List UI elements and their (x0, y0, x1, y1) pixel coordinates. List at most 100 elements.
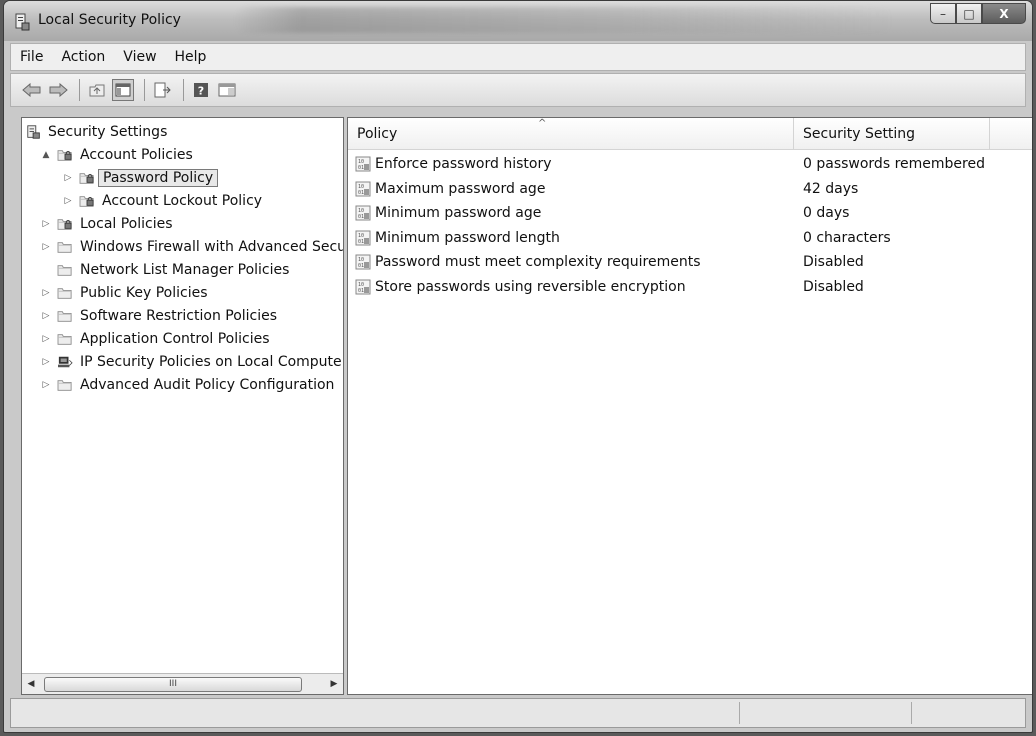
sort-ascending-icon: ^ (538, 118, 547, 129)
scroll-thumb[interactable]: III (44, 677, 302, 692)
policy-cell: 10 01 Enforce password history (355, 152, 552, 176)
help-button[interactable]: ? (190, 79, 212, 101)
toolbar-separator (79, 79, 80, 101)
status-bar-divider (911, 702, 912, 724)
expand-arrow-icon[interactable]: ▷ (62, 196, 74, 206)
policy-row[interactable]: 10 01 Maximum password age 42 days (348, 177, 1032, 201)
show-hide-tree-icon (115, 83, 131, 97)
tree-item-public-key-policies[interactable]: ▷ Public Key Policies (40, 282, 208, 304)
expand-arrow-icon[interactable]: ▷ (40, 334, 52, 344)
svg-text:?: ? (198, 85, 204, 98)
maximize-button[interactable]: □ (956, 3, 982, 24)
tree-item-account-policies[interactable]: ▲ Account Policies (40, 144, 193, 166)
policy-row[interactable]: 10 01 Minimum password age 0 days (348, 201, 1032, 225)
minimize-button[interactable]: – (930, 3, 956, 24)
export-list-button[interactable] (151, 79, 173, 101)
forward-button[interactable] (47, 79, 69, 101)
security-setting-value: 0 passwords remembered (803, 156, 985, 172)
folder-icon (57, 265, 72, 276)
scroll-right-arrow-icon[interactable]: ▶ (325, 679, 343, 689)
tree-item-network-list-manager-policies[interactable]: Network List Manager Policies (40, 259, 289, 281)
column-header-security-setting[interactable]: Security Setting (794, 118, 990, 149)
expand-arrow-icon[interactable]: ▷ (40, 219, 52, 229)
tree-item-label: Windows Firewall with Advanced Secu (80, 239, 344, 255)
folder-icon (57, 288, 72, 299)
column-header-label: Policy (357, 125, 398, 142)
tree-item-account-lockout-policy[interactable]: ▷ Account Lockout Policy (62, 190, 263, 212)
policy-setting-icon: 1001 (355, 254, 371, 270)
scroll-left-arrow-icon[interactable]: ◀ (22, 679, 40, 689)
expand-arrow-icon[interactable]: ▷ (40, 288, 52, 298)
tree-item-security-settings[interactable]: Security Settings (26, 121, 167, 143)
title-bar[interactable]: Local Security Policy – □ X (4, 1, 1032, 41)
tree-item-label: Advanced Audit Policy Configuration (80, 377, 335, 393)
svg-text:01: 01 (358, 190, 364, 196)
policy-cell: 10 01 Store passwords using reversible enc… (355, 275, 686, 299)
menu-view[interactable]: View (114, 49, 165, 65)
policy-name: Password must meet complexity requiremen… (375, 254, 701, 270)
back-icon (22, 83, 41, 97)
svg-text:01: 01 (358, 165, 364, 171)
tree-item-label: Account Policies (80, 147, 193, 163)
console-tree[interactable]: Security Settings ▲ Account Policies ▷ Pass… (21, 117, 344, 695)
tree-item-local-policies[interactable]: ▷ Local Policies (40, 213, 173, 235)
window-title: Local Security Policy (38, 12, 181, 28)
tree-horizontal-scrollbar[interactable]: ◀ III ▶ (22, 673, 343, 694)
expand-arrow-icon[interactable]: ▷ (40, 242, 52, 252)
menu-action[interactable]: Action (52, 49, 114, 65)
policy-row[interactable]: 10 01 Password must meet complexity requir… (348, 250, 1032, 274)
svg-text:01: 01 (358, 263, 364, 269)
minimize-icon: – (940, 6, 946, 21)
main-window: Local Security Policy – □ X File Action … (3, 0, 1033, 733)
folder-icon (57, 380, 72, 391)
tree-item-advanced-audit-policy-configuration[interactable]: ▷ Advanced Audit Policy Configuration (40, 374, 335, 396)
expand-arrow-icon[interactable]: ▷ (40, 357, 52, 367)
security-setting-value: Disabled (803, 278, 864, 295)
policy-setting-icon: 1001 (355, 279, 371, 294)
policy-setting-icon: 1001 (355, 156, 371, 172)
policy-name: Store passwords using reversible encrypt… (375, 278, 686, 295)
toolbar: ? (10, 73, 1026, 107)
policy-row[interactable]: 10 01 Enforce password history 0 passwords … (348, 152, 1032, 176)
expand-arrow-icon[interactable]: ▷ (62, 173, 74, 183)
forward-icon (49, 83, 68, 97)
collapse-arrow-icon[interactable]: ▲ (40, 150, 52, 160)
properties-button[interactable] (216, 79, 238, 101)
policy-setting-icon: 1001 (355, 181, 371, 196)
show-hide-tree-button[interactable] (112, 79, 134, 101)
tree-item-ip-security-policies-on-local-compute[interactable]: ▷ IP Security Policies on Local Compute (40, 351, 342, 373)
tree-item-label: Security Settings (48, 124, 168, 140)
policy-name: Enforce password history (375, 156, 552, 172)
policy-list: Policy ^ Security Setting 10 01 Enforce pa… (347, 117, 1032, 695)
menu-file[interactable]: File (11, 49, 52, 65)
column-header-policy[interactable]: Policy ^ (348, 118, 794, 149)
status-bar (10, 698, 1026, 728)
tree-item-label: Password Policy (98, 169, 219, 187)
svg-text:01: 01 (358, 239, 364, 245)
policy-setting-icon: 1001 (355, 230, 371, 245)
expand-arrow-icon[interactable]: ▷ (40, 380, 52, 390)
status-bar-divider (739, 702, 740, 724)
menu-help[interactable]: Help (166, 49, 216, 65)
back-button[interactable] (21, 79, 43, 101)
expand-arrow-icon[interactable]: ▷ (40, 311, 52, 321)
window-controls: – □ X (930, 3, 1026, 25)
tree-item-software-restriction-policies[interactable]: ▷ Software Restriction Policies (40, 305, 278, 327)
up-one-level-button[interactable] (86, 79, 108, 101)
policy-cell: 10 01 Minimum password age (355, 201, 541, 225)
tree-item-application-control-policies[interactable]: ▷ Application Control Policies (40, 328, 270, 350)
toolbar-separator (183, 79, 184, 101)
lock-folder-icon (57, 150, 72, 161)
close-button[interactable]: X (982, 3, 1026, 24)
export-list-icon (154, 82, 171, 98)
policy-row[interactable]: 10 01 Minimum password length 0 characters (348, 226, 1032, 250)
tree-item-windows-firewall-with-advanced-secu[interactable]: ▷ Windows Firewall with Advanced Secu (40, 236, 344, 258)
lock-folder-icon (57, 219, 72, 230)
tree-item-password-policy[interactable]: ▷ Password Policy (62, 167, 219, 189)
svg-text:01: 01 (358, 288, 364, 294)
lock-folder-icon (79, 196, 94, 207)
folder-icon (57, 242, 72, 253)
security-setting-value: Disabled (803, 254, 864, 270)
security-setting-value: 0 characters (803, 229, 891, 246)
policy-row[interactable]: 10 01 Store passwords using reversible enc… (348, 275, 1032, 299)
